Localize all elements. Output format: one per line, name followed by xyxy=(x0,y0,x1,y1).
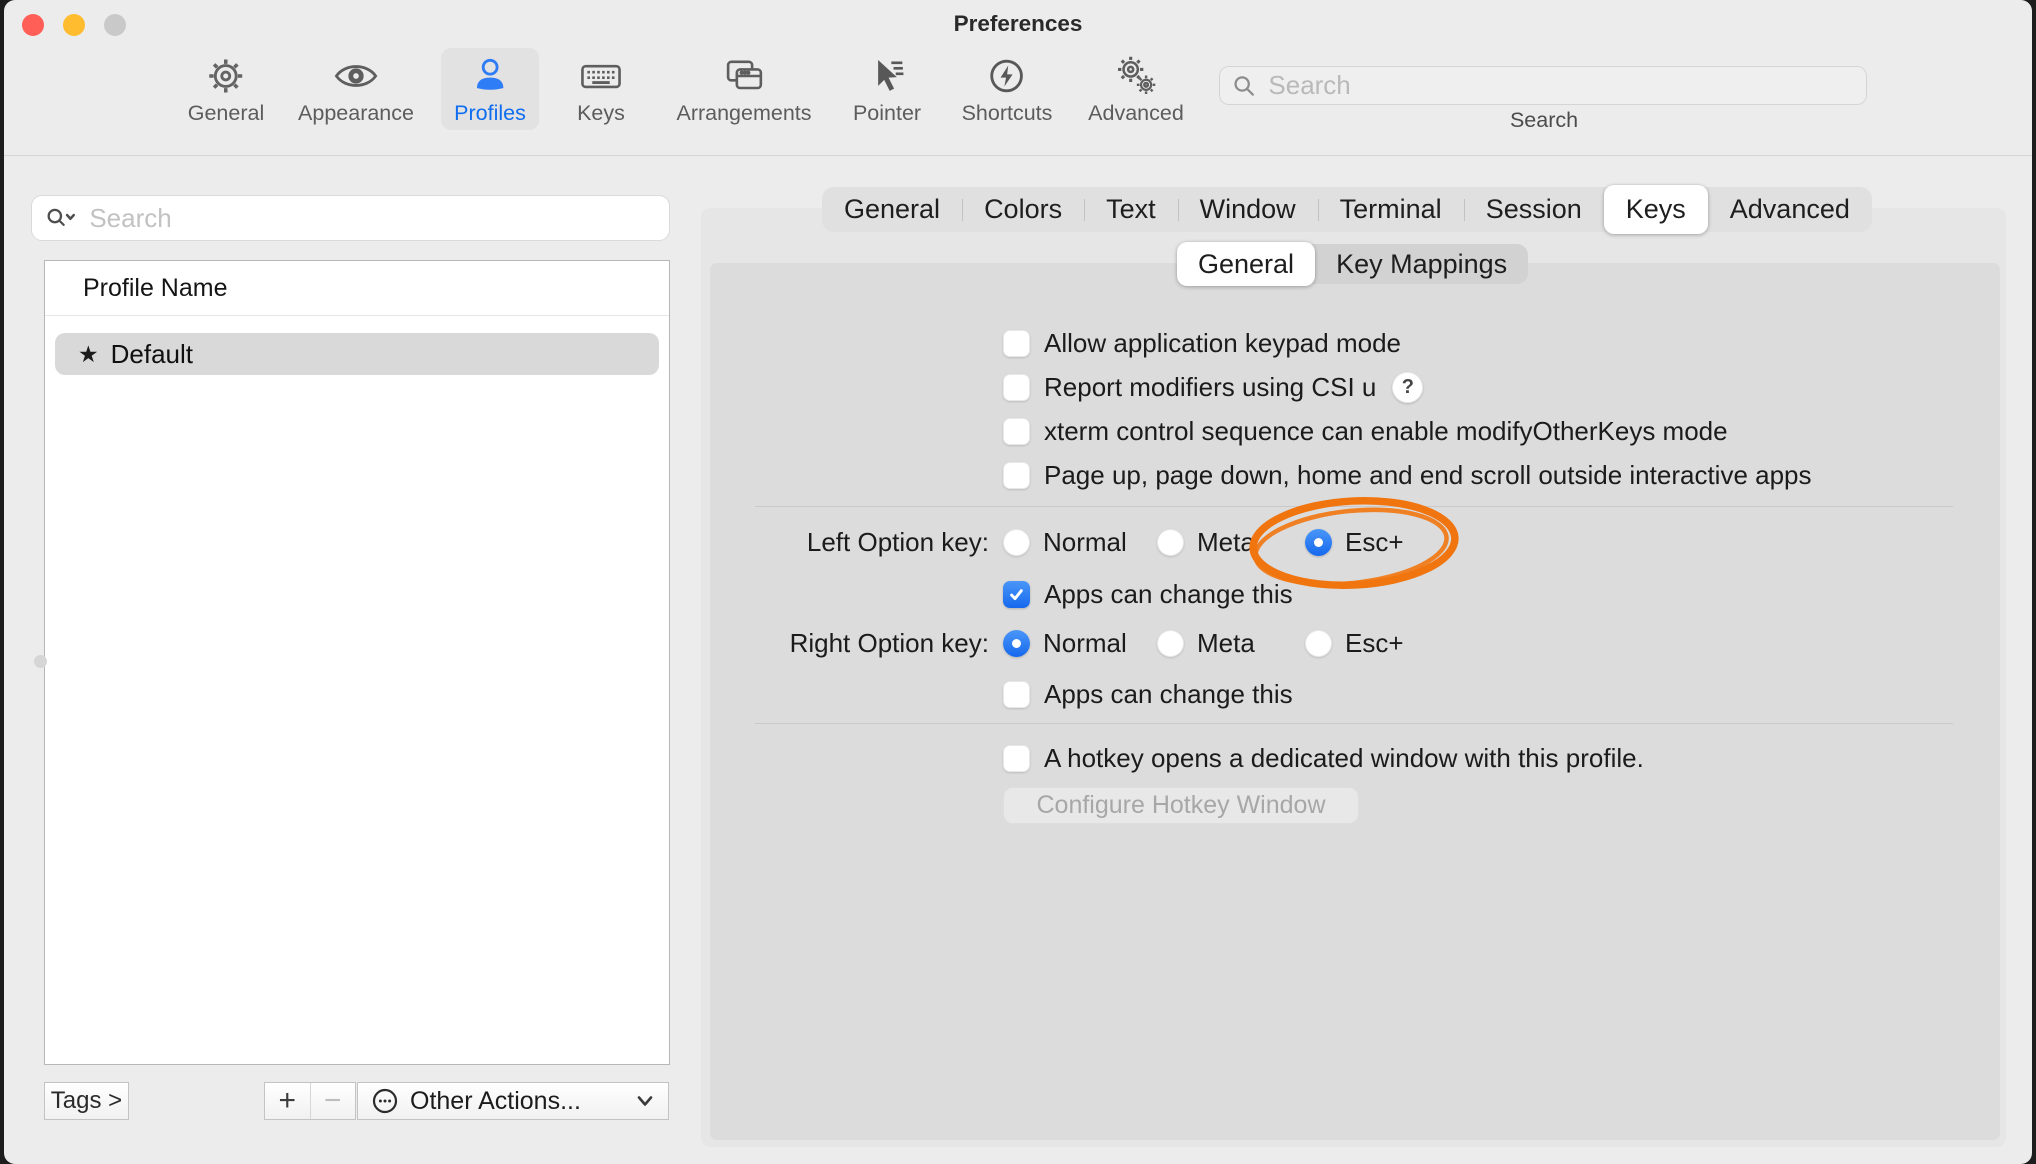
toolbar-item-appearance[interactable]: Appearance xyxy=(298,52,414,126)
radio-icon-selected[interactable] xyxy=(1003,630,1030,657)
eye-icon xyxy=(332,52,380,100)
star-icon: ★ xyxy=(78,341,99,368)
toolbar-item-general[interactable]: General xyxy=(188,52,265,126)
right-option-label: Right Option key: xyxy=(654,626,989,660)
checkbox-modify-other-keys[interactable] xyxy=(1003,418,1030,445)
preferences-window: Preferences General Appearance xyxy=(4,0,2032,1164)
toolbar-label: Advanced xyxy=(1088,101,1184,126)
left-option-row: Left Option key: Normal Meta Esc+ xyxy=(4,525,2032,559)
toolbar-divider xyxy=(4,155,2032,156)
add-profile-button[interactable]: + xyxy=(265,1083,310,1119)
left-apps-change-row: Apps can change this xyxy=(1003,577,1293,611)
help-button[interactable]: ? xyxy=(1392,372,1423,403)
window-title: Preferences xyxy=(4,11,2032,37)
checkbox-row: Report modifiers using CSI u ? xyxy=(1003,370,1423,404)
tags-button[interactable]: Tags > xyxy=(44,1082,129,1120)
lightning-icon xyxy=(985,52,1029,100)
toolbar-label: Pointer xyxy=(853,101,921,126)
tab-window[interactable]: Window xyxy=(1178,187,1318,232)
toolbar-label: Shortcuts xyxy=(962,101,1053,126)
windows-icon xyxy=(720,52,768,100)
toolbar-search-field[interactable] xyxy=(1219,66,1867,105)
toolbar-item-keys[interactable]: Keys xyxy=(577,52,625,126)
radio-icon[interactable] xyxy=(1003,529,1030,556)
toolbar-item-shortcuts[interactable]: Shortcuts xyxy=(962,52,1053,126)
right-option-row: Right Option key: Normal Meta Esc+ xyxy=(4,626,2032,660)
profile-name: Default xyxy=(111,339,193,370)
subtab-key-mappings[interactable]: Key Mappings xyxy=(1315,244,1528,284)
checkbox-row: Allow application keypad mode xyxy=(1003,326,1401,360)
profile-search-input[interactable] xyxy=(87,202,655,235)
section-divider xyxy=(755,723,1953,724)
checkbox-left-apps-change-checked[interactable] xyxy=(1003,581,1030,608)
profile-row-default[interactable]: ★ Default xyxy=(55,333,659,375)
search-icon xyxy=(1232,73,1256,99)
hotkey-row: A hotkey opens a dedicated window with t… xyxy=(1003,741,1644,775)
toolbar-label: Arrangements xyxy=(676,101,811,126)
tab-terminal[interactable]: Terminal xyxy=(1318,187,1464,232)
profile-list-header: Profile Name xyxy=(45,261,669,316)
tab-general[interactable]: General xyxy=(822,187,962,232)
cursor-icon xyxy=(865,52,909,100)
profile-tab-bar: General Colors Text Window Terminal Sess… xyxy=(822,187,1872,232)
toolbar-search-label: Search xyxy=(1510,108,1578,133)
tab-session[interactable]: Session xyxy=(1464,187,1604,232)
radio-icon[interactable] xyxy=(1157,529,1184,556)
toolbar-item-arrangements[interactable]: Arrangements xyxy=(676,52,811,126)
radio-right-meta[interactable]: Meta xyxy=(1157,626,1255,660)
toolbar-search-input[interactable] xyxy=(1266,69,1854,102)
toolbar-item-advanced[interactable]: Advanced xyxy=(1088,52,1184,126)
checkbox-keypad-mode[interactable] xyxy=(1003,330,1030,357)
toolbar-label: Keys xyxy=(577,101,625,126)
checkbox-hotkey-window[interactable] xyxy=(1003,745,1030,772)
chevron-down-icon xyxy=(634,1093,656,1109)
toolbar-item-pointer[interactable]: Pointer xyxy=(853,52,921,126)
radio-icon[interactable] xyxy=(1157,630,1184,657)
person-icon xyxy=(468,52,512,100)
radio-left-meta[interactable]: Meta xyxy=(1157,525,1255,559)
checkbox-label: Report modifiers using CSI u xyxy=(1044,372,1376,403)
checkbox-csi-u[interactable] xyxy=(1003,374,1030,401)
radio-right-esc[interactable]: Esc+ xyxy=(1305,626,1404,660)
toolbar-label: Appearance xyxy=(298,101,414,126)
checkbox-scroll-outside-apps[interactable] xyxy=(1003,462,1030,489)
radio-icon[interactable] xyxy=(1305,630,1332,657)
profile-search-field[interactable] xyxy=(31,195,670,241)
gear-icon xyxy=(204,52,248,100)
subtab-general[interactable]: General xyxy=(1177,242,1315,286)
add-remove-segment: + − xyxy=(264,1082,356,1120)
checkbox-label: Page up, page down, home and end scroll … xyxy=(1044,460,1812,491)
right-apps-change-row: Apps can change this xyxy=(1003,677,1293,711)
profile-list: Profile Name ★ Default xyxy=(44,260,670,1065)
tab-keys[interactable]: Keys xyxy=(1604,185,1708,234)
tab-colors[interactable]: Colors xyxy=(962,187,1084,232)
check-icon xyxy=(1008,586,1025,603)
toolbar-item-profiles[interactable]: Profiles xyxy=(441,48,539,130)
checkbox-row: xterm control sequence can enable modify… xyxy=(1003,414,1728,448)
search-scope-icon xyxy=(46,205,79,231)
toolbar-label: General xyxy=(188,101,265,126)
radio-right-normal[interactable]: Normal xyxy=(1003,626,1127,660)
tab-text[interactable]: Text xyxy=(1084,187,1178,232)
radio-left-esc[interactable]: Esc+ xyxy=(1305,525,1404,559)
section-divider xyxy=(755,506,1953,507)
left-option-label: Left Option key: xyxy=(654,525,989,559)
tab-advanced[interactable]: Advanced xyxy=(1708,187,1872,232)
checkbox-right-apps-change[interactable] xyxy=(1003,681,1030,708)
radio-icon-selected[interactable] xyxy=(1305,529,1332,556)
ellipsis-circle-icon xyxy=(370,1086,400,1116)
checkbox-label: xterm control sequence can enable modify… xyxy=(1044,416,1728,447)
toolbar-label: Profiles xyxy=(454,101,526,126)
keyboard-icon xyxy=(577,52,625,100)
keys-subtab-bar: General Key Mappings xyxy=(1177,244,1528,284)
gears-icon xyxy=(1114,52,1158,100)
other-actions-dropdown[interactable]: Other Actions... xyxy=(357,1082,669,1120)
checkbox-label: Allow application keypad mode xyxy=(1044,328,1401,359)
other-actions-label: Other Actions... xyxy=(410,1087,624,1116)
configure-hotkey-window-button: Configure Hotkey Window xyxy=(1003,787,1359,824)
checkbox-row: Page up, page down, home and end scroll … xyxy=(1003,458,1812,492)
radio-left-normal[interactable]: Normal xyxy=(1003,525,1127,559)
remove-profile-button: − xyxy=(310,1083,356,1119)
